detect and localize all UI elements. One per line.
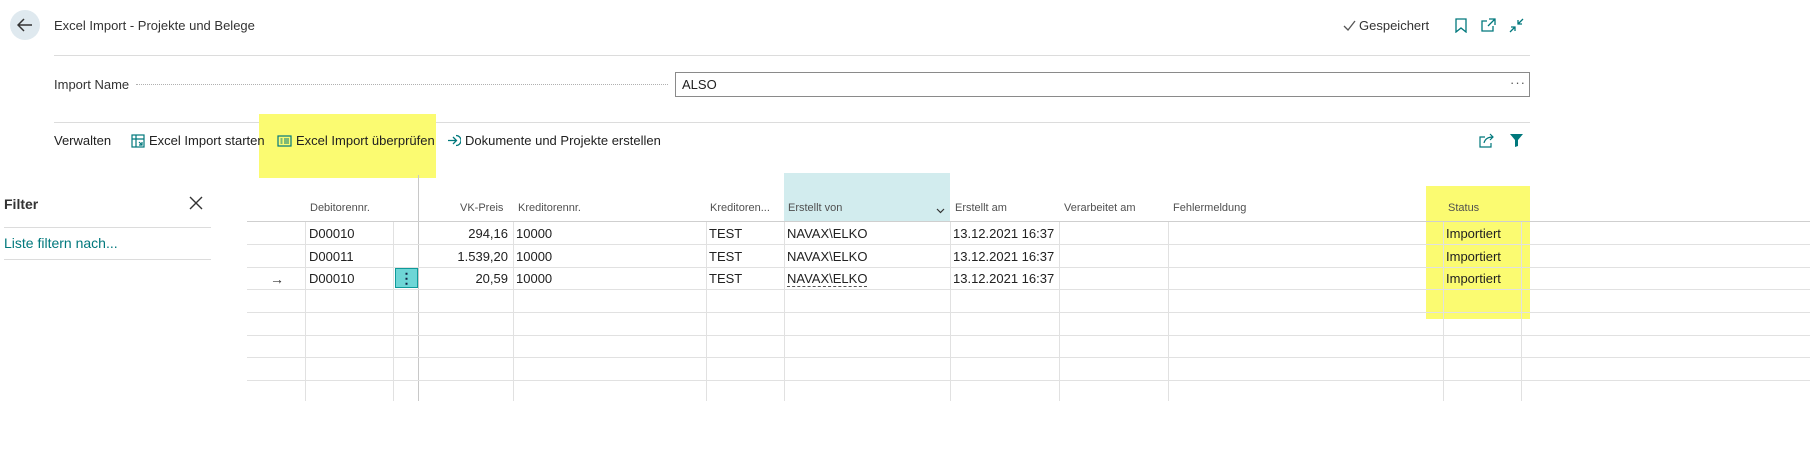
grid-row-line bbox=[247, 357, 1810, 358]
grid-col-line bbox=[1521, 221, 1522, 401]
cell-erstellt-am[interactable]: 13.12.2021 16:37 bbox=[953, 226, 1054, 241]
import-name-lookup-button[interactable]: ··· bbox=[1510, 75, 1526, 90]
create-documents-label: Dokumente und Projekte erstellen bbox=[465, 133, 661, 148]
manage-menu[interactable]: Verwalten bbox=[54, 133, 111, 148]
grid-row-line bbox=[247, 289, 1810, 290]
back-button[interactable] bbox=[10, 10, 40, 40]
cell-debitor[interactable]: D00010 bbox=[309, 226, 355, 241]
bookmark-button[interactable] bbox=[1452, 16, 1470, 34]
cell-erstellt-von[interactable]: NAVAX\ELKO bbox=[787, 271, 868, 287]
col-header-erstellt-am[interactable]: Erstellt am bbox=[955, 202, 1007, 214]
cell-debitor[interactable]: D00010 bbox=[309, 271, 355, 286]
cell-erstellt-von[interactable]: NAVAX\ELKO bbox=[787, 249, 867, 264]
col-header-kreditor-name[interactable]: Kreditoren... bbox=[710, 202, 770, 214]
cell-kreditor[interactable]: 10000 bbox=[516, 271, 552, 286]
field-leader-dots bbox=[136, 84, 668, 85]
checkmark-icon bbox=[1343, 20, 1356, 31]
cell-erstellt-am[interactable]: 13.12.2021 16:37 bbox=[953, 249, 1054, 264]
grid-col-line bbox=[706, 221, 707, 401]
start-import-button[interactable]: Excel Import starten bbox=[131, 133, 265, 148]
grid-col-line bbox=[950, 221, 951, 401]
list-card-icon bbox=[277, 134, 292, 147]
row-actions-menu-button[interactable]: ⋮ bbox=[395, 268, 418, 288]
col-header-kreditor[interactable]: Kreditorennr. bbox=[518, 202, 581, 214]
create-documents-button[interactable]: Dokumente und Projekte erstellen bbox=[447, 133, 661, 148]
saved-label: Gespeichert bbox=[1359, 18, 1430, 33]
sort-chevron-down-icon[interactable] bbox=[936, 202, 945, 217]
check-import-button[interactable]: Excel Import überprüfen bbox=[277, 133, 435, 148]
filter-list-link[interactable]: Liste filtern nach... bbox=[4, 235, 118, 251]
grid-col-line bbox=[1059, 221, 1060, 401]
col-header-debitor[interactable]: Debitorennr. bbox=[310, 202, 370, 214]
process-arrow-icon bbox=[448, 134, 461, 147]
col-header-status[interactable]: Status bbox=[1448, 202, 1479, 214]
close-icon bbox=[189, 196, 203, 210]
check-import-label: Excel Import überprüfen bbox=[296, 133, 435, 148]
cell-debitor[interactable]: D00011 bbox=[309, 249, 354, 264]
cell-vk-preis[interactable]: 1.539,20 bbox=[420, 249, 508, 264]
grid-col-line bbox=[305, 221, 306, 401]
cell-erstellt-am[interactable]: 13.12.2021 16:37 bbox=[953, 271, 1054, 286]
grid-col-line bbox=[1168, 221, 1169, 401]
cell-erstellt-von[interactable]: NAVAX\ELKO bbox=[787, 226, 867, 241]
grid-row-line bbox=[247, 244, 1810, 245]
col-header-vk-preis[interactable]: VK-Preis bbox=[460, 202, 503, 214]
import-table-icon bbox=[131, 133, 145, 148]
close-filter-button[interactable] bbox=[188, 195, 206, 213]
cell-erstellt-von-link[interactable]: NAVAX\ELKO bbox=[787, 271, 868, 287]
grid-col-line bbox=[513, 221, 514, 401]
filter-funnel-icon bbox=[1510, 134, 1523, 147]
filter-divider-bottom bbox=[4, 259, 211, 260]
col-header-verarbeitet-am[interactable]: Verarbeitet am bbox=[1064, 202, 1136, 214]
import-name-input[interactable] bbox=[675, 72, 1530, 97]
manage-label: Verwalten bbox=[54, 133, 112, 148]
filter-toggle-button[interactable] bbox=[1509, 133, 1525, 149]
cell-status[interactable]: Importiert bbox=[1446, 249, 1501, 264]
current-row-arrow-icon: → bbox=[270, 271, 284, 287]
bookmark-icon bbox=[1455, 17, 1467, 33]
collapse-icon bbox=[1509, 18, 1523, 32]
import-name-label: Import Name bbox=[54, 77, 130, 92]
open-new-window-button[interactable] bbox=[1479, 16, 1497, 34]
back-arrow-icon bbox=[17, 18, 32, 32]
grid-col-line bbox=[784, 221, 785, 401]
grid-col-line bbox=[1443, 221, 1444, 401]
filter-divider-top bbox=[4, 227, 211, 228]
open-in-new-window-icon bbox=[1480, 18, 1496, 32]
cell-status[interactable]: Importiert bbox=[1446, 226, 1501, 241]
share-icon bbox=[1479, 133, 1494, 148]
cell-kreditor[interactable]: 10000 bbox=[516, 226, 552, 241]
cell-kreditor-name[interactable]: TEST bbox=[709, 271, 742, 286]
saved-status: Gespeichert bbox=[1343, 18, 1429, 33]
cell-kreditor-name[interactable]: TEST bbox=[709, 249, 742, 264]
grid-row-line bbox=[247, 335, 1810, 336]
col-header-fehlermeldung[interactable]: Fehlermeldung bbox=[1173, 202, 1246, 214]
collapse-button[interactable] bbox=[1507, 16, 1525, 34]
cell-vk-preis[interactable]: 20,59 bbox=[420, 271, 508, 286]
header-divider bbox=[54, 55, 1530, 56]
grid-row-line bbox=[247, 312, 1810, 313]
grid-col-line bbox=[393, 221, 394, 401]
col-header-erstellt-von[interactable]: Erstellt von bbox=[788, 202, 842, 214]
grid-row-line bbox=[247, 380, 1810, 381]
cell-vk-preis[interactable]: 294,16 bbox=[420, 226, 508, 241]
frozen-column-line bbox=[418, 175, 419, 401]
share-button[interactable] bbox=[1479, 133, 1495, 149]
grid-row-line bbox=[247, 267, 1810, 268]
page-title: Excel Import - Projekte und Belege bbox=[54, 18, 255, 33]
cell-status[interactable]: Importiert bbox=[1446, 271, 1501, 286]
cell-kreditor-name[interactable]: TEST bbox=[709, 226, 742, 241]
header-row-line bbox=[247, 221, 1810, 222]
start-import-label: Excel Import starten bbox=[149, 133, 265, 148]
cell-kreditor[interactable]: 10000 bbox=[516, 249, 552, 264]
filter-pane-title: Filter bbox=[4, 196, 39, 212]
